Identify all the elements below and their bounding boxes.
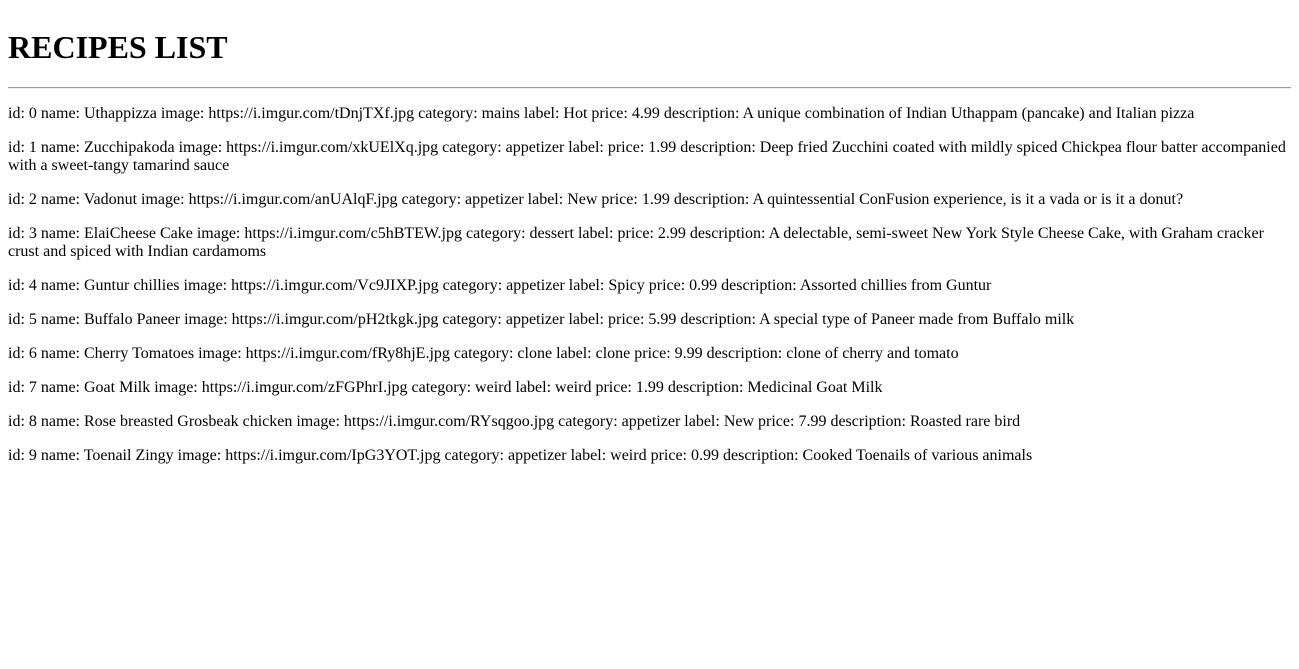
recipe-item: id: 0 name: Uthappizza image: https://i.… [8, 105, 1195, 122]
recipe-item: id: 2 name: Vadonut image: https://i.img… [8, 191, 1184, 208]
recipe-item: id: 7 name: Goat Milk image: https://i.i… [8, 379, 883, 396]
recipe-item: id: 9 name: Toenail Zingy image: https:/… [8, 447, 1033, 464]
recipe-item: id: 6 name: Cherry Tomatoes image: https… [8, 345, 959, 362]
recipe-item: id: 8 name: Rose breasted Grosbeak chick… [8, 413, 1021, 430]
recipe-item: id: 1 name: Zucchipakoda image: https://… [8, 139, 1286, 174]
page-title: RECIPES LIST [8, 29, 228, 65]
recipe-item: id: 3 name: ElaiCheese Cake image: https… [8, 225, 1264, 260]
page: RECIPES LIST id: 0 name: Uthappizza imag… [0, 0, 1299, 465]
recipe-list: id: 0 name: Uthappizza image: https://i.… [8, 89, 1291, 465]
recipe-item: id: 5 name: Buffalo Paneer image: https:… [8, 311, 1075, 328]
recipe-item: id: 4 name: Guntur chillies image: https… [8, 277, 992, 294]
